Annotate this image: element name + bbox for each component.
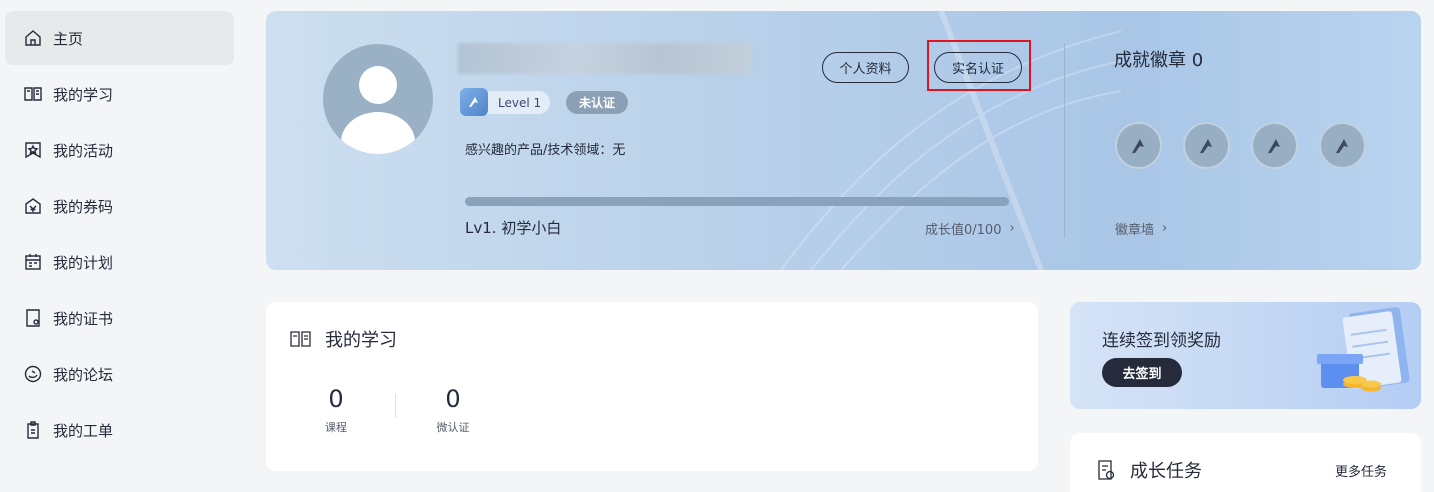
sidebar-item-home[interactable]: 主页 [5, 11, 234, 65]
more-tasks-link[interactable]: 更多任务 [1335, 461, 1387, 480]
stat-divider [395, 394, 396, 418]
growth-task-card: 成长任务 更多任务 [1070, 433, 1421, 492]
stat-courses[interactable]: 0 课程 [306, 384, 366, 435]
sidebar-item-label: 我的论坛 [53, 365, 114, 384]
badge-icon[interactable] [1183, 122, 1230, 169]
sidebar-item-label: 我的活动 [53, 141, 114, 160]
chevron-right-icon: › [1162, 221, 1168, 236]
highlight-box [927, 40, 1031, 91]
sidebar-item-activity[interactable]: 我的活动 [5, 123, 234, 177]
sidebar-item-label: 我的学习 [53, 85, 114, 104]
sidebar-item-learning[interactable]: 我的学习 [5, 67, 234, 121]
calendar-icon [22, 251, 44, 273]
username-blurred [458, 43, 750, 74]
level-badge: Level 1 [460, 88, 550, 116]
home-icon [22, 27, 44, 49]
calendar-gift-illustration [1317, 307, 1410, 392]
level-icon [460, 88, 488, 116]
level-title: Lv1. 初学小白 [465, 219, 562, 237]
growth-value-link[interactable]: 成长值0/100 › [925, 219, 1015, 238]
level-text: Level 1 [498, 95, 542, 110]
book-icon [290, 331, 311, 347]
divider [1064, 43, 1065, 238]
stat-value: 0 [328, 385, 344, 413]
sidebar-item-label: 我的券码 [53, 197, 114, 216]
forum-icon [22, 363, 44, 385]
sidebar-item-ticket[interactable]: 我的工单 [5, 403, 234, 457]
activity-icon [22, 139, 44, 161]
sidebar-item-label: 我的证书 [53, 309, 114, 328]
badge-wall-text: 徽章墙 [1115, 223, 1155, 238]
profile-button[interactable]: 个人资料 [822, 52, 909, 83]
avatar[interactable] [323, 44, 433, 154]
avatar-head-shape [359, 66, 397, 104]
learning-title-text: 我的学习 [325, 330, 397, 351]
sidebar-item-forum[interactable]: 我的论坛 [5, 347, 234, 401]
sidebar-item-label: 我的计划 [53, 253, 114, 272]
interests-text: 感兴趣的产品/技术领域：无 [465, 143, 626, 158]
signin-title: 连续签到领奖励 [1102, 331, 1221, 351]
chevron-right-icon: › [1009, 221, 1015, 236]
certificate-icon [22, 307, 44, 329]
learning-card-title: 我的学习 [289, 326, 397, 352]
task-card-title: 成长任务 [1096, 457, 1202, 483]
stat-label: 微认证 [436, 421, 470, 434]
profile-banner: Level 1 未认证 感兴趣的产品/技术领域：无 个人资料 实名认证 Lv1.… [266, 11, 1421, 270]
stat-micro-cert[interactable]: 0 微认证 [423, 384, 483, 435]
growth-value-text: 成长值0/100 [925, 223, 1002, 238]
coupon-icon [22, 195, 44, 217]
sidebar-item-label: 主页 [53, 29, 84, 48]
stat-value: 0 [445, 385, 461, 413]
clipboard-icon [22, 419, 44, 441]
auth-status-badge: 未认证 [566, 91, 628, 114]
sidebar-item-certificate[interactable]: 我的证书 [5, 291, 234, 345]
sidebar-item-coupon[interactable]: 我的券码 [5, 179, 234, 233]
stat-label: 课程 [325, 421, 347, 434]
sidebar-item-label: 我的工单 [53, 421, 114, 440]
sidebar-nav: 主页 我的学习 我的活动 我的券码 我的计划 我的证书 我的论坛 我的工单 [5, 11, 234, 459]
badge-list [1115, 122, 1366, 169]
sidebar-item-plan[interactable]: 我的计划 [5, 235, 234, 289]
badge-icon[interactable] [1251, 122, 1298, 169]
badge-icon[interactable] [1319, 122, 1366, 169]
signin-button[interactable]: 去签到 [1102, 358, 1182, 387]
growth-progress-bar [465, 197, 1009, 206]
badges-title: 成就徽章 0 [1114, 50, 1204, 71]
learning-card: 我的学习 0 课程 0 微认证 [266, 302, 1038, 471]
badge-icon[interactable] [1115, 122, 1162, 169]
task-list-icon [1098, 460, 1115, 480]
book-icon [22, 83, 44, 105]
badge-wall-link[interactable]: 徽章墙 › [1115, 219, 1167, 238]
task-title-text: 成长任务 [1130, 461, 1202, 482]
avatar-body-shape [341, 112, 415, 154]
signin-banner: 连续签到领奖励 去签到 [1070, 302, 1421, 409]
